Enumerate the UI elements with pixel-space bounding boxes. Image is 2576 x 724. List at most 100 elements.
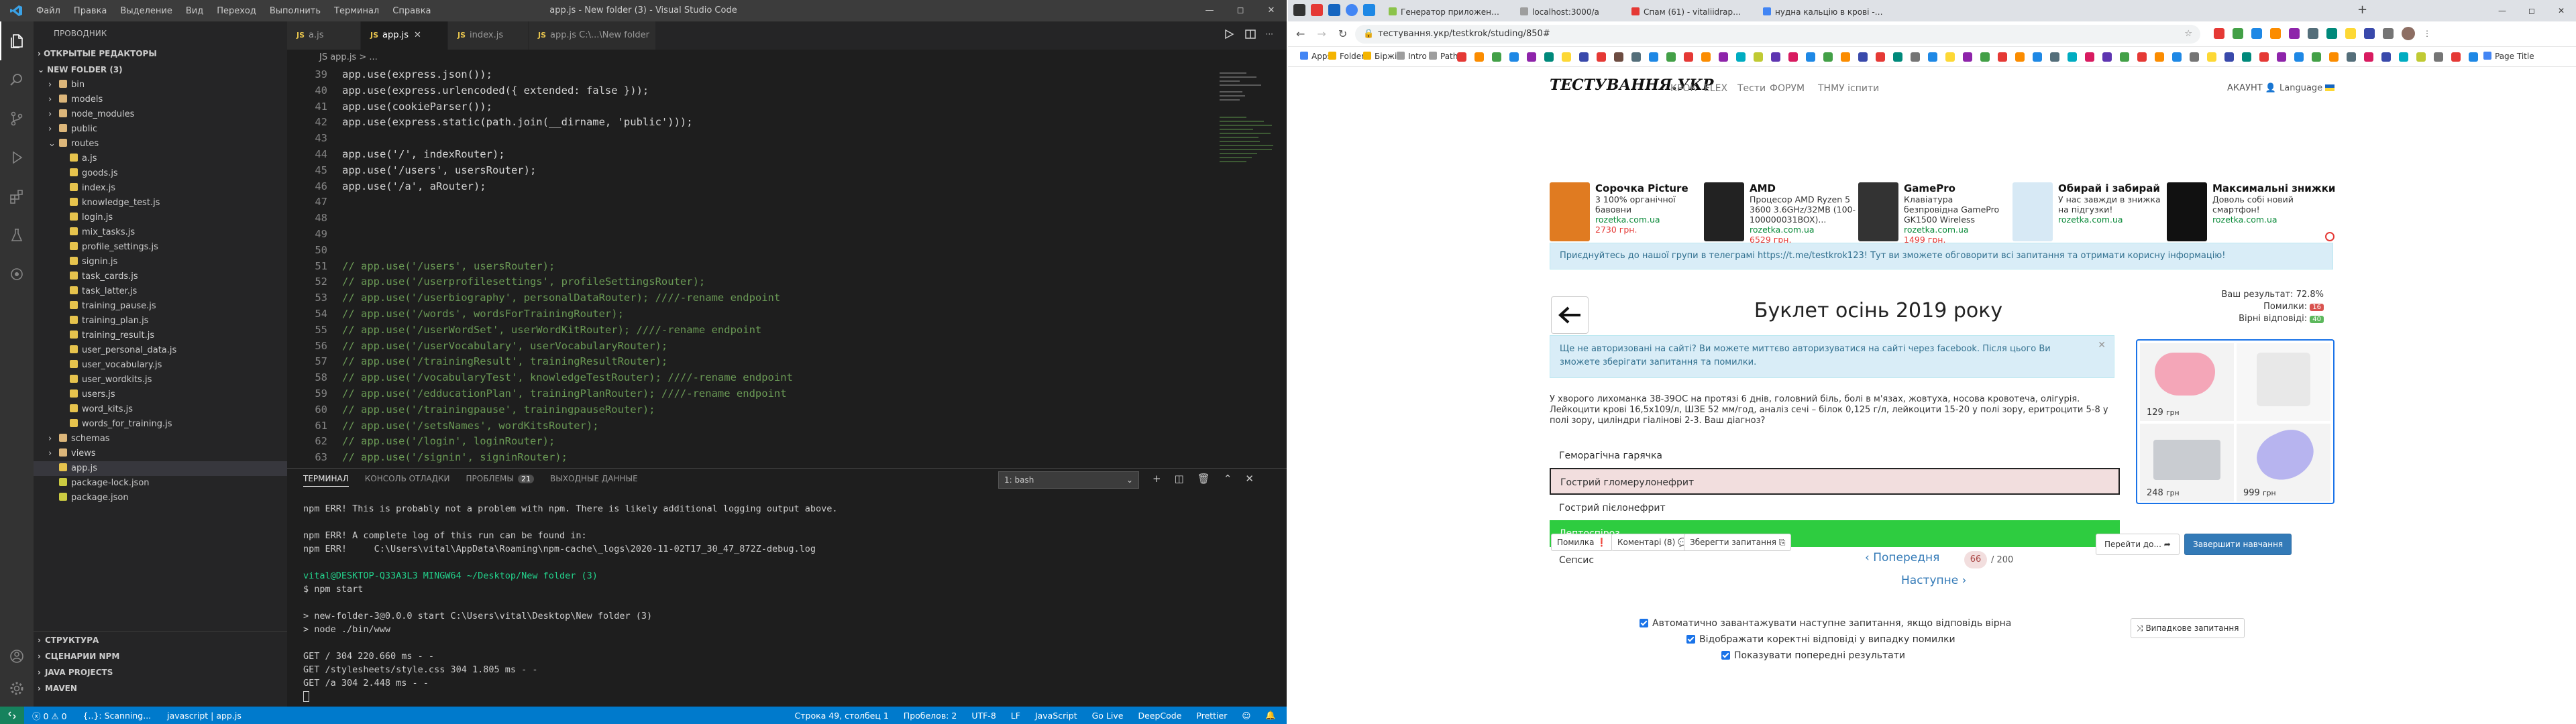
ad-item[interactable]: Обирай і забирай У нас завжди в знижка на …: [2012, 182, 2163, 245]
tree-item-task-cards-js[interactable]: task_cards.js: [34, 269, 287, 284]
tree-item-bin[interactable]: › bin: [34, 78, 287, 93]
bookmark-favicon-icon[interactable]: [2172, 52, 2182, 62]
bookmark-favicon-icon[interactable]: [1701, 52, 1711, 62]
current-question-number[interactable]: 66: [1964, 551, 1987, 568]
menu-item[interactable]: Терминал: [334, 6, 379, 16]
report-error-button[interactable]: Помилка ❗: [1551, 534, 1613, 551]
bookmark-favicon-icon[interactable]: [1457, 52, 1466, 62]
address-bar[interactable]: 🔒 тестування.укр/testkrok/studing/850# ☆: [1355, 25, 2200, 44]
editor-tab[interactable]: JS app.js ✕: [361, 21, 448, 50]
menu-item[interactable]: Выполнить: [270, 6, 321, 16]
menu-item[interactable]: Выделение: [120, 6, 172, 16]
bookmark-favicon-icon[interactable]: [2224, 52, 2234, 62]
bookmark-favicon-icon[interactable]: [2259, 52, 2269, 62]
bookmark-favicon-icon[interactable]: [1684, 52, 1693, 62]
bookmark-favicon-icon[interactable]: [2242, 52, 2251, 62]
remote-icon[interactable]: [0, 707, 24, 724]
bookmark-favicon-icon[interactable]: [1980, 52, 1990, 62]
tree-item-a-js[interactable]: a.js: [34, 152, 287, 166]
bookmark-favicon-icon[interactable]: [1631, 52, 1641, 62]
bookmark-favicon-icon[interactable]: [2277, 52, 2286, 62]
tree-item-schemas[interactable]: › schemas: [34, 432, 287, 446]
bookmark-favicon-icon[interactable]: [1614, 52, 1623, 62]
bookmark-item[interactable]: Page Title: [2483, 52, 2534, 61]
status-item[interactable]: Пробелов: 2: [904, 711, 957, 721]
tree-item-views[interactable]: › views: [34, 446, 287, 461]
bookmark-favicon-icon[interactable]: [2050, 52, 2059, 62]
bookmark-favicon-icon[interactable]: [2155, 52, 2164, 62]
minimize-icon[interactable]: —: [2487, 0, 2517, 21]
bookmark-favicon-icon[interactable]: [2033, 52, 2042, 62]
bell-icon[interactable]: 🔔: [1265, 710, 1276, 721]
feedback-icon[interactable]: ☺: [1242, 711, 1250, 721]
browser-tab[interactable]: localhost:3000/a: [1513, 3, 1621, 21]
show-correct-checkbox[interactable]: Відображати коректні відповіді у випадку…: [1686, 634, 1955, 645]
tree-item-training-pause-js[interactable]: training_pause.js: [34, 299, 287, 314]
chevron-up-icon[interactable]: ⌃: [1224, 473, 1232, 485]
lock-icon[interactable]: 🔒: [1363, 25, 1374, 44]
bookmark-item[interactable]: Apps: [1300, 52, 1332, 61]
bookmark-favicon-icon[interactable]: [1666, 52, 1676, 62]
minimap[interactable]: [1217, 70, 1277, 217]
back-icon[interactable]: ←: [1296, 27, 1305, 40]
extension-icon[interactable]: [2345, 28, 2356, 39]
bookmark-favicon-icon[interactable]: [1579, 52, 1589, 62]
auto-next-checkbox[interactable]: Автоматично завантажувати наступне запит…: [1640, 618, 2011, 629]
answer-option[interactable]: Геморагічна гарячка: [1550, 442, 2120, 469]
bookmark-favicon-icon[interactable]: [1771, 52, 1780, 62]
pinned-tab-icon[interactable]: [1311, 4, 1323, 16]
bookmark-favicon-icon[interactable]: [1858, 52, 1868, 62]
status-item[interactable]: LF: [1011, 711, 1020, 721]
tree-item-index-js[interactable]: index.js: [34, 181, 287, 196]
bookmark-item[interactable]: Path: [1429, 52, 1458, 61]
pinned-tab-icon[interactable]: [1328, 4, 1340, 16]
run-debug-icon[interactable]: [0, 138, 34, 177]
next-question-link[interactable]: Наступне ›: [1901, 574, 1966, 587]
extension-icon[interactable]: [2364, 28, 2375, 39]
menu-item[interactable]: Файл: [36, 6, 60, 16]
extension-icon[interactable]: [2289, 28, 2300, 39]
tree-item-login-js[interactable]: login.js: [34, 210, 287, 225]
open-editors-section[interactable]: › ОТКРЫТЫЕ РЕДАКТОРЫ: [34, 46, 287, 62]
status-item[interactable]: Строка 49, столбец 1: [795, 711, 889, 721]
extension-icon[interactable]: [2326, 28, 2337, 39]
menu-item[interactable]: Справка: [392, 6, 431, 16]
breadcrumb[interactable]: JS app.js > ...: [287, 50, 378, 66]
tree-item-words-for-training-js[interactable]: words_for_training.js: [34, 417, 287, 432]
pinned-tab-icon[interactable]: [1293, 4, 1305, 16]
bookmark-favicon-icon[interactable]: [1492, 52, 1501, 62]
settings-gear-icon[interactable]: [0, 669, 34, 708]
bookmark-favicon-icon[interactable]: [2015, 52, 2025, 62]
bookmark-favicon-icon[interactable]: [1719, 52, 1728, 62]
ad-item[interactable]: GamePro Клавіатура безпровідна GamePro GK15…: [1858, 182, 2008, 245]
account-link[interactable]: АКАУНТ 👤: [2227, 83, 2276, 93]
close-icon[interactable]: ✕: [2098, 339, 2106, 352]
browser-tab[interactable]: Спам (61) - vitaliidrapaluk@gm...: [1625, 3, 1752, 21]
panel-tab[interactable]: ТЕРМИНАЛ: [303, 474, 349, 487]
bookmark-favicon-icon[interactable]: [1823, 52, 1833, 62]
tree-item-user-wordkits-js[interactable]: user_wordkits.js: [34, 373, 287, 387]
bookmark-favicon-icon[interactable]: [1649, 52, 1658, 62]
bookmark-favicon-icon[interactable]: [1806, 52, 1815, 62]
tree-item-word-kits-js[interactable]: word_kits.js: [34, 402, 287, 417]
random-question-button[interactable]: ⤨ Випадкове запитання: [2131, 618, 2245, 638]
chrome-menu-icon[interactable]: ⋮: [2423, 28, 2431, 40]
bookmark-favicon-icon[interactable]: [2085, 52, 2094, 62]
testing-icon[interactable]: [0, 216, 34, 255]
source-control-icon[interactable]: [0, 99, 34, 138]
product-tile[interactable]: 999 грн: [2237, 422, 2330, 501]
maximize-icon[interactable]: ◻: [1225, 0, 1256, 21]
extension-icon[interactable]: [2308, 28, 2318, 39]
site-nav-link[interactable]: Тести: [1737, 83, 1766, 94]
bookmark-favicon-icon[interactable]: [2137, 52, 2147, 62]
bookmark-favicon-icon[interactable]: [1474, 52, 1484, 62]
save-question-button[interactable]: Зберегти запитання ⎘: [1684, 534, 1792, 551]
bookmark-favicon-icon[interactable]: [2102, 52, 2112, 62]
menu-item[interactable]: Переход: [217, 6, 256, 16]
search-icon[interactable]: [0, 60, 34, 99]
minimize-icon[interactable]: —: [1194, 0, 1225, 21]
bookmark-favicon-icon[interactable]: [2451, 52, 2461, 62]
tree-item-package-json[interactable]: package.json: [34, 491, 287, 505]
more-actions-icon[interactable]: ···: [1266, 28, 1273, 40]
prev-question-link[interactable]: ‹ Попередня: [1865, 551, 1939, 564]
